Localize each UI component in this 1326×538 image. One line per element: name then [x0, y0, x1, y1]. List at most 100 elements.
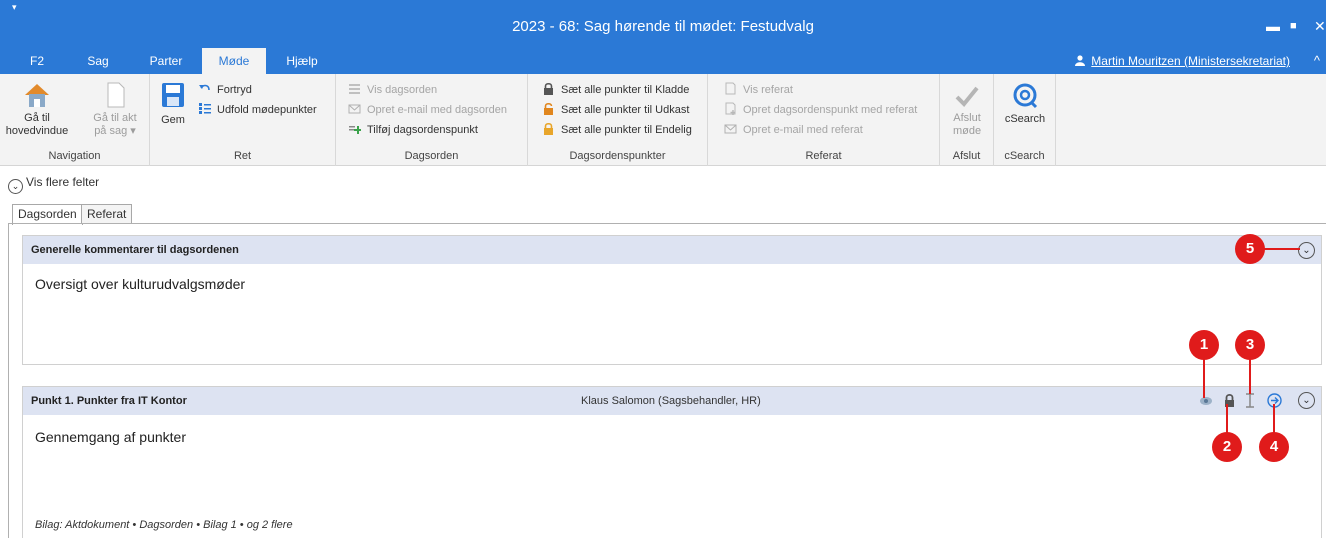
set-proposal-button[interactable]: Sæt alle punkter til Udkast: [542, 102, 689, 118]
close-button[interactable]: ✕: [1314, 18, 1326, 35]
group-navigation: Gå til hovedvindue Gå til akt på sag ▾ N…: [0, 74, 150, 166]
add-point-icon: [349, 126, 361, 134]
undo-button[interactable]: Fortryd: [198, 82, 252, 98]
general-comments-title: Generelle kommentarer til dagsordenen: [31, 244, 239, 256]
goto-main-label-2: hovedvindue: [5, 125, 69, 137]
show-minutes-label: Vis referat: [743, 84, 793, 96]
general-comments-text[interactable]: Oversigt over kulturudvalgsmøder: [35, 276, 245, 292]
home-icon: [25, 84, 49, 107]
create-point-icon: [725, 102, 736, 115]
set-proposal-label: Sæt alle punkter til Udkast: [561, 104, 690, 116]
minutes-icon: [725, 82, 736, 95]
tab-mode[interactable]: Møde: [202, 48, 266, 74]
add-agenda-point-button[interactable]: Tilføj dagsordenspunkt: [348, 122, 478, 138]
callout-line-5: [1262, 248, 1300, 250]
group-label-navigation: Navigation: [48, 150, 101, 162]
goto-main-label-1: Gå til: [24, 112, 50, 124]
document-icon: [107, 82, 125, 108]
agenda-point-text[interactable]: Gennemgang af punkter: [35, 429, 186, 445]
tab-f2[interactable]: F2: [20, 48, 54, 74]
undo-icon: [199, 84, 210, 91]
email-minutes-button[interactable]: Opret e-mail med referat: [724, 122, 863, 138]
maximize-button[interactable]: ■: [1290, 20, 1297, 32]
attachments-line[interactable]: Bilag: Aktdokument • Dagsorden • Bilag 1…: [35, 519, 293, 531]
group-label-ret: Ret: [233, 150, 252, 162]
user-icon: [1075, 55, 1086, 66]
set-draft-button[interactable]: Sæt alle punkter til Kladde: [542, 82, 689, 98]
group-label-dagsordenspunkter: Dagsordenspunkter: [569, 150, 666, 162]
undo-label: Fortryd: [217, 84, 252, 96]
lock-icon[interactable]: [1223, 393, 1236, 408]
show-minutes-button[interactable]: Vis referat: [724, 82, 793, 98]
email-minutes-label: Opret e-mail med referat: [743, 124, 863, 136]
create-point-label: Opret dagsordenspunkt med referat: [743, 104, 918, 116]
user-link[interactable]: Martin Mouritzen (Ministersekretariat): [1075, 54, 1290, 68]
goto-doc-label-2: på sag ▾: [94, 125, 136, 137]
email-icon: [348, 104, 361, 114]
agenda-point-title: Punkt 1. Punkter fra IT Kontor: [31, 395, 187, 407]
show-more-fields-label: Vis flere felter: [26, 175, 100, 189]
group-csearch: cSearch cSearch: [994, 74, 1056, 166]
save-label: Gem: [161, 114, 185, 126]
agenda-icon: [349, 84, 360, 94]
set-final-button[interactable]: Sæt alle punkter til Endelig: [542, 122, 692, 138]
collapse-ribbon-icon[interactable]: ^: [1314, 53, 1320, 68]
tab-sag[interactable]: Sag: [80, 48, 116, 74]
ribbon: Gå til hovedvindue Gå til akt på sag ▾ N…: [0, 74, 1326, 166]
text-cursor-icon[interactable]: [1245, 393, 1255, 408]
email-minutes-icon: [724, 124, 737, 134]
group-ret: Gem Fortryd Udfold mødepunkter Ret: [150, 74, 336, 166]
save-button[interactable]: Gem: [158, 82, 188, 127]
agenda-point-header: Punkt 1. Punkter fra IT Kontor Klaus Sal…: [23, 387, 1321, 415]
goto-document-button[interactable]: Gå til akt på sag ▾: [82, 80, 148, 138]
general-comments-header: Generelle kommentarer til dagsordenen ⌄: [23, 236, 1321, 264]
tab-parter[interactable]: Parter: [142, 48, 190, 74]
callout-line-3: [1249, 358, 1251, 394]
group-label-csearch: cSearch: [1004, 150, 1045, 162]
group-label-referat: Referat: [805, 150, 842, 162]
ribbon-tab-bar: F2 Sag Parter Møde Hjælp Martin Mouritze…: [0, 48, 1326, 74]
tab-dagsorden[interactable]: Dagsorden: [12, 204, 83, 225]
user-name: Martin Mouritzen (Ministersekretariat): [1091, 54, 1290, 68]
close-meeting-label-2: møde: [952, 125, 982, 137]
quick-access-dropdown-icon[interactable]: ▾: [12, 2, 17, 13]
expand-list-icon: [199, 103, 211, 114]
group-label-afslut: Afslut: [952, 150, 981, 162]
show-more-fields-toggle[interactable]: ⌄ Vis flere felter: [8, 175, 99, 194]
general-comments-section: Generelle kommentarer til dagsordenen ⌄ …: [22, 235, 1322, 365]
set-draft-label: Sæt alle punkter til Kladde: [561, 84, 690, 96]
general-expand-button[interactable]: ⌄: [1298, 242, 1315, 259]
goto-main-window-button[interactable]: Gå til hovedvindue: [4, 80, 70, 138]
create-point-with-minutes-button[interactable]: Opret dagsordenspunkt med referat: [724, 102, 917, 118]
window-title: 2023 - 68: Sag hørende til mødet: Festud…: [512, 18, 814, 35]
callout-line-2: [1226, 404, 1228, 434]
agenda-point-owner: Klaus Salomon (Sagsbehandler, HR): [581, 395, 761, 407]
close-meeting-button[interactable]: Afslut møde: [946, 84, 988, 138]
tab-hjaelp[interactable]: Hjælp: [280, 48, 324, 74]
callout-4: 4: [1259, 432, 1289, 462]
lock-icon: [544, 82, 553, 95]
show-agenda-label: Vis dagsorden: [367, 84, 438, 96]
email-agenda-button[interactable]: Opret e-mail med dagsorden: [348, 102, 507, 118]
lock-orange-icon: [544, 102, 553, 115]
callout-2: 2: [1212, 432, 1242, 462]
minimize-button[interactable]: ▬: [1266, 18, 1280, 34]
callout-1: 1: [1189, 330, 1219, 360]
agenda-point-expand-button[interactable]: ⌄: [1298, 392, 1315, 409]
tab-referat[interactable]: Referat: [81, 204, 133, 224]
agenda-point-section: Punkt 1. Punkter fra IT Kontor Klaus Sal…: [22, 386, 1322, 538]
group-afslut: Afslut møde Afslut: [940, 74, 994, 166]
title-bar: ▾ 2023 - 68: Sag hørende til mødet: Fest…: [0, 0, 1326, 48]
email-agenda-label: Opret e-mail med dagsorden: [367, 104, 508, 116]
lock-gold-icon: [544, 122, 553, 135]
csearch-button[interactable]: cSearch: [1000, 82, 1050, 126]
expand-points-label: Udfold mødepunkter: [217, 104, 317, 116]
csearch-label: cSearch: [1004, 113, 1046, 125]
expand-points-button[interactable]: Udfold mødepunkter: [198, 102, 317, 118]
show-agenda-button[interactable]: Vis dagsorden: [348, 82, 437, 98]
goto-doc-label-1: Gå til akt: [93, 112, 137, 124]
csearch-icon: [1013, 83, 1038, 109]
set-final-label: Sæt alle punkter til Endelig: [561, 124, 692, 136]
group-dagsordenspunkter: Sæt alle punkter til Kladde Sæt alle pun…: [528, 74, 708, 166]
eye-icon[interactable]: [1199, 394, 1213, 408]
